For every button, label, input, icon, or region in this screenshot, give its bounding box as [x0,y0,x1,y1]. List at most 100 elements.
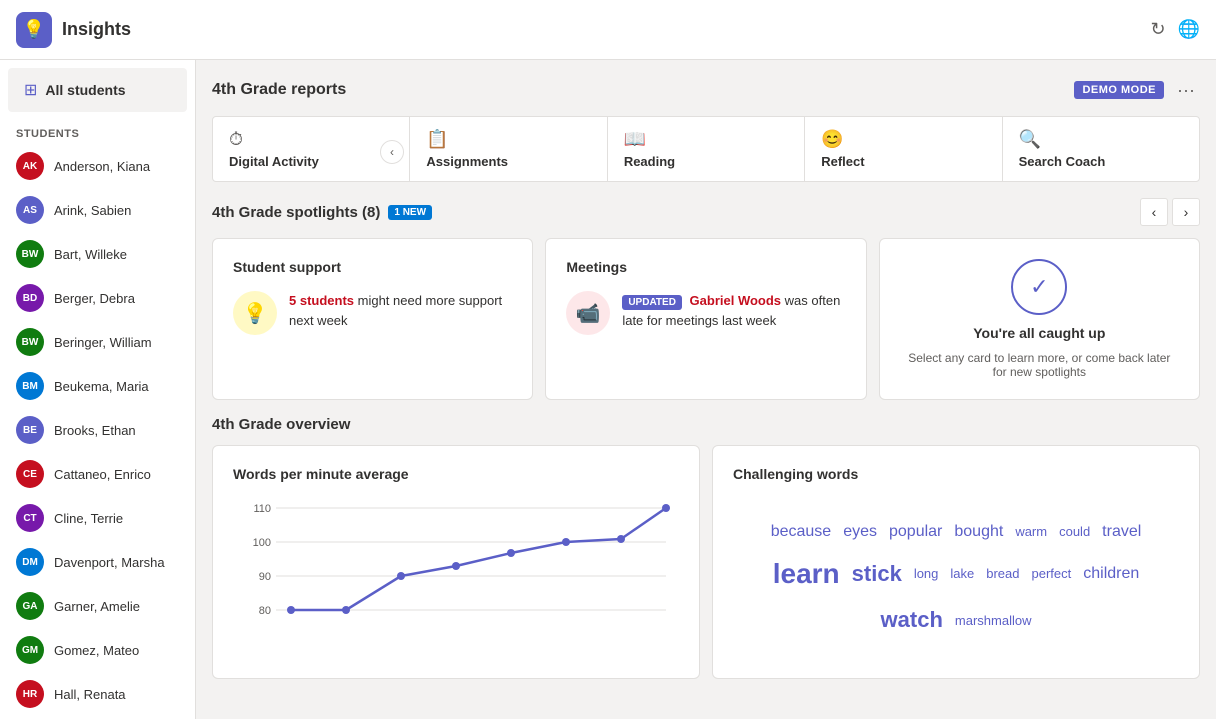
spotlights-nav: ‹ › [1140,198,1200,226]
wpm-chart-svg: 110 100 90 80 [233,498,679,658]
student-name: Beringer, William [54,335,152,350]
tab-label: Reflect [821,154,864,169]
sidebar-item[interactable]: HRHall, Renata [0,672,195,716]
spotlight-next-button[interactable]: › [1172,198,1200,226]
tab-icon: 📖 [624,129,646,150]
globe-icon[interactable]: 🌐 [1178,19,1200,40]
lightbulb-icon: 💡 [243,301,268,326]
refresh-icon[interactable]: ↻ [1150,19,1165,40]
word-item[interactable]: children [1083,565,1139,583]
word-item[interactable]: long [914,566,939,581]
tab-label: Assignments [426,154,508,169]
sidebar-collapse-button[interactable]: ‹ [380,140,404,164]
wpm-card: Words per minute average 110 100 90 80 [212,445,700,679]
student-support-content: 💡 5 students might need more support nex… [233,291,512,335]
word-item[interactable]: could [1059,524,1090,539]
word-item[interactable]: popular [889,523,942,541]
student-name: Cattaneo, Enrico [54,467,151,482]
reports-actions: DEMO MODE ··· [1074,76,1200,104]
meetings-card[interactable]: Meetings 📹 UPDATED Gabriel Woods was oft… [545,238,866,400]
nav-tab-search-coach[interactable]: 🔍 Search Coach [1003,117,1199,181]
topbar-left: 💡 Insights [16,12,131,48]
student-name: Anderson, Kiana [54,159,150,174]
avatar: CT [16,504,44,532]
student-support-card[interactable]: Student support 💡 5 students might need … [212,238,533,400]
meetings-content: 📹 UPDATED Gabriel Woods was often late f… [566,291,845,335]
sidebar-item[interactable]: BW Beringer, William [0,320,195,364]
word-item[interactable]: stick [852,561,902,587]
word-item[interactable]: bread [986,566,1019,581]
svg-text:90: 90 [259,571,271,583]
sidebar-item[interactable]: ASArink, Sabien [0,188,195,232]
new-badge: 1 NEW [388,205,432,220]
all-students-label: All students [45,82,125,98]
students-list: AKAnderson, KianaASArink, SabienBWBart, … [0,144,195,719]
updated-badge: UPDATED [622,295,682,310]
sidebar-item[interactable]: BEBrooks, Ethan [0,408,195,452]
demo-badge: DEMO MODE [1074,81,1164,99]
nav-tab-reading[interactable]: 📖 Reading [608,117,805,181]
word-item[interactable]: because [771,523,832,541]
nav-tab-reflect[interactable]: 😊 Reflect [805,117,1002,181]
word-item[interactable]: warm [1015,524,1047,539]
topbar: 💡 Insights ↻ 🌐 [0,0,1216,60]
avatar: HR [16,680,44,708]
word-item[interactable]: marshmallow [955,613,1032,628]
sidebar-item[interactable]: CT Cline, Terrie [0,496,195,540]
sidebar-item[interactable]: CE Cattaneo, Enrico [0,452,195,496]
word-item[interactable]: watch [881,607,943,633]
student-name: Brooks, Ethan [54,423,136,438]
sidebar-item[interactable]: AKAnderson, Kiana [0,144,195,188]
word-item[interactable]: travel [1102,523,1141,541]
student-name: Berger, Debra [54,291,135,306]
video-icon: 📹 [576,301,601,326]
main-content: ‹ 4th Grade reports DEMO MODE ··· ⏱ Digi… [196,60,1216,719]
sidebar-item[interactable]: BWBart, Willeke [0,232,195,276]
word-item[interactable]: lake [950,566,974,581]
words-card: Challenging words because eyes popular boug… [712,445,1200,679]
avatar: BM [16,372,44,400]
student-support-text: 5 students might need more support next … [289,291,512,330]
spotlights-header: 4th Grade spotlights (8) 1 NEW ‹ › [212,198,1200,226]
nav-tabs: ⏱ Digital Activity 📋 Assignments 📖 Readi… [212,116,1200,182]
reports-title: 4th Grade reports [212,81,346,99]
nav-tab-assignments[interactable]: 📋 Assignments [410,117,607,181]
all-students-button[interactable]: ⊞ All students [8,68,187,112]
tab-icon: 📋 [426,129,448,150]
topbar-right: ↻ 🌐 [1150,19,1200,40]
main-layout: ⊞ All students Students AKAnderson, Kian… [0,60,1216,719]
sidebar-item[interactable]: GMGomez, Mateo [0,628,195,672]
word-item[interactable]: eyes [843,523,877,541]
word-item[interactable]: perfect [1032,566,1072,581]
caught-up-subtitle: Select any card to learn more, or come b… [900,351,1179,379]
caught-up-title: You're all caught up [973,325,1105,341]
sidebar-item[interactable]: GAGarner, Amelie [0,584,195,628]
word-cloud: because eyes popular bought warm could travel l… [733,498,1179,658]
checkmark-icon: ✓ [1011,259,1067,315]
sidebar-item[interactable]: DM Davenport, Marsha [0,540,195,584]
overview-cards: Words per minute average 110 100 90 80 [212,445,1200,679]
avatar: CE [16,460,44,488]
more-options-button[interactable]: ··· [1172,76,1200,104]
person-name: Gabriel Woods [690,293,782,308]
student-name: Davenport, Marsha [54,555,165,570]
spotlight-prev-button[interactable]: ‹ [1140,198,1168,226]
student-name: Bart, Willeke [54,247,127,262]
word-item[interactable]: bought [954,523,1003,541]
meetings-icon-wrap: 📹 [566,291,610,335]
sidebar: ⊞ All students Students AKAnderson, Kian… [0,60,196,719]
app-icon: 💡 [16,12,52,48]
svg-text:100: 100 [253,537,271,549]
sidebar-item[interactable]: BMBeukema, Maria [0,364,195,408]
avatar: BW [16,328,44,356]
tab-label: Digital Activity [229,154,319,169]
sidebar-item[interactable]: BDBerger, Debra [0,276,195,320]
tab-icon: 😊 [821,129,843,150]
meetings-title: Meetings [566,259,845,275]
caught-up-card: ✓ You're all caught up Select any card t… [879,238,1200,400]
tab-icon: ⏱ [229,129,243,150]
student-name: Cline, Terrie [54,511,123,526]
word-item[interactable]: learn [773,558,840,590]
avatar: DM [16,548,44,576]
words-title: Challenging words [733,466,1179,482]
